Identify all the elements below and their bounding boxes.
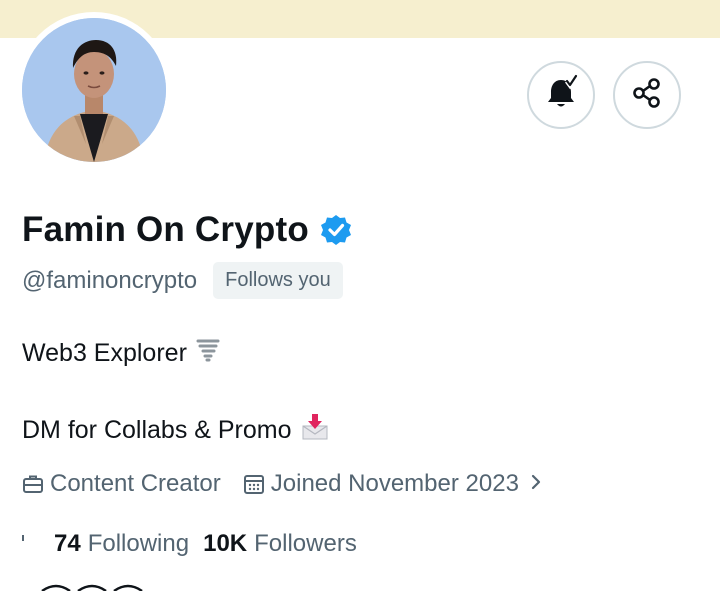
bio-line: DM for Collabs & Promo (22, 412, 330, 449)
follow-stats: 74 Following 10K Followers (54, 530, 357, 558)
envelope-arrow-emoji-icon (300, 412, 330, 449)
followers-label: Followers (254, 530, 357, 557)
share-icon (630, 76, 664, 115)
profile-meta: Content Creator Joined November 2023 (22, 470, 549, 498)
avatar-image (22, 18, 166, 162)
following-label: Following (87, 530, 190, 557)
following-count: 74 (54, 530, 81, 557)
chevron-right-icon[interactable] (529, 470, 549, 498)
category-text: Content Creator (50, 470, 221, 497)
tornado-emoji-icon (195, 337, 221, 370)
divider-mark (22, 535, 24, 541)
follows-you-badge: Follows you (213, 262, 343, 299)
following-link[interactable]: 74 Following (54, 530, 189, 558)
joined-date[interactable]: Joined November 2023 (243, 470, 549, 498)
avatar[interactable] (16, 12, 172, 168)
bio-text: DM for Collabs & Promo (22, 416, 292, 444)
handle-row: @faminoncrypto Follows you (22, 262, 343, 299)
joined-text: Joined November 2023 (270, 470, 519, 497)
briefcase-icon (23, 475, 43, 493)
username-handle: @faminoncrypto (22, 266, 198, 294)
profile-category[interactable]: Content Creator (22, 470, 221, 498)
verified-badge-icon[interactable] (319, 213, 353, 247)
notifications-button[interactable] (527, 61, 595, 129)
display-name-row: Famin On Crypto (22, 210, 353, 250)
display-name: Famin On Crypto (22, 210, 309, 249)
share-button[interactable] (613, 61, 681, 129)
calendar-icon (243, 475, 264, 494)
followers-count: 10K (203, 530, 248, 557)
followed-by-avatars[interactable] (38, 578, 158, 596)
followers-link[interactable]: 10K Followers (203, 530, 357, 558)
bell-check-icon (541, 73, 581, 118)
bio-text: Web3 Explorer (22, 339, 187, 367)
bio-line: Web3 Explorer (22, 337, 221, 370)
